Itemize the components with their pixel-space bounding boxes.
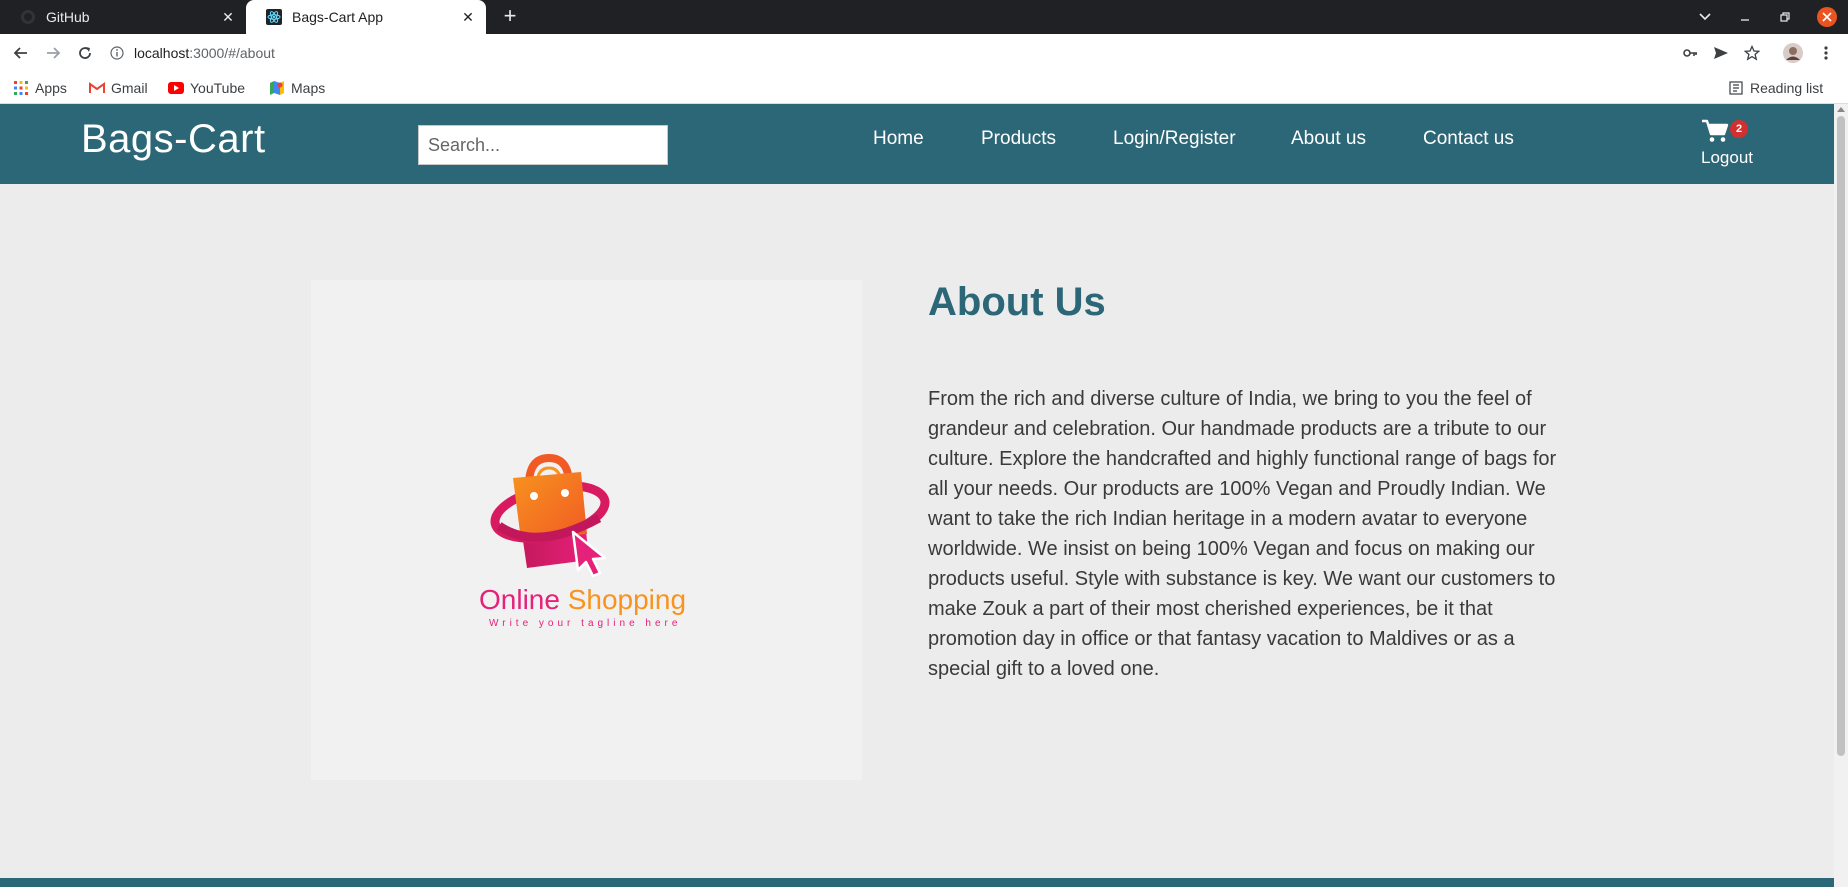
bookmark-label: YouTube: [190, 80, 246, 96]
gmail-icon: [89, 80, 105, 96]
browser-toolbar: localhost:3000/#/about: [0, 34, 1848, 72]
logo-word-online: Online: [479, 584, 560, 615]
tab-bags-cart[interactable]: Bags-Cart App ✕: [246, 0, 486, 34]
bookmark-gmail[interactable]: Gmail: [89, 78, 148, 98]
bookmark-label: Maps: [291, 80, 326, 96]
bookmarks-bar: Apps Gmail YouTube Maps Reading list: [0, 72, 1848, 104]
restore-icon[interactable]: [1772, 0, 1798, 34]
browser-tabstrip: GitHub ✕ Bags-Cart App ✕ +: [0, 0, 1848, 34]
url-path: :3000/#/about: [189, 45, 275, 61]
menu-kebab-icon[interactable]: [1816, 43, 1836, 63]
logo-word-shopping: Shopping: [567, 584, 687, 615]
nav-home[interactable]: Home: [873, 128, 924, 150]
close-window-icon[interactable]: [1814, 0, 1840, 34]
about-description: From the rich and diverse culture of Ind…: [928, 388, 1557, 680]
about-image: Online Shopping Write your tagline here: [311, 280, 862, 780]
nav-login-register[interactable]: Login/Register: [1113, 128, 1236, 150]
bookmark-star-icon[interactable]: [1742, 43, 1762, 63]
new-tab-button[interactable]: +: [498, 5, 522, 29]
reading-list-label: Reading list: [1750, 80, 1824, 96]
site-footer: [0, 878, 1834, 887]
profile-avatar-icon[interactable]: [1783, 43, 1803, 63]
send-icon[interactable]: [1711, 43, 1731, 63]
scrollbar-thumb[interactable]: [1837, 116, 1845, 756]
tab-title: Bags-Cart App: [292, 9, 384, 25]
page-scrollbar[interactable]: [1834, 104, 1848, 887]
tab-search-icon[interactable]: [1692, 0, 1718, 34]
apps-grid-icon: [13, 80, 29, 96]
close-tab-icon[interactable]: ✕: [458, 9, 478, 26]
react-icon: [266, 9, 282, 25]
maps-icon: [269, 80, 285, 96]
reload-icon[interactable]: [73, 41, 97, 65]
nav-about-us[interactable]: About us: [1291, 128, 1366, 150]
search-input[interactable]: [418, 125, 668, 165]
site-info-icon[interactable]: [110, 46, 124, 60]
page-viewport: Bags-Cart Home Products Login/Register A…: [0, 104, 1848, 887]
logo-tagline: Write your tagline here: [489, 618, 682, 629]
bookmark-label: Apps: [35, 80, 67, 96]
url-host: localhost: [134, 45, 190, 61]
logout-button[interactable]: Logout: [1701, 148, 1753, 168]
scroll-up-arrow-icon[interactable]: [1837, 107, 1845, 112]
reading-list-button[interactable]: Reading list: [1728, 78, 1823, 98]
nav-products[interactable]: Products: [981, 128, 1056, 150]
url-text: localhost:3000/#/about: [134, 45, 275, 61]
bookmark-label: Gmail: [111, 80, 148, 96]
shopping-bag-logo-icon: [490, 453, 610, 578]
youtube-icon: [168, 80, 184, 96]
minimize-icon[interactable]: [1732, 0, 1758, 34]
tab-github[interactable]: GitHub ✕: [0, 0, 246, 34]
site-brand[interactable]: Bags-Cart: [81, 117, 266, 162]
logo-title: Online Shopping: [479, 584, 686, 616]
nav-contact-us[interactable]: Contact us: [1423, 128, 1514, 150]
github-icon: [20, 9, 36, 25]
tab-title: GitHub: [46, 9, 90, 25]
page-title: About Us: [928, 280, 1106, 324]
close-tab-icon[interactable]: ✕: [218, 9, 238, 26]
key-icon[interactable]: [1680, 43, 1700, 63]
forward-icon[interactable]: [41, 41, 65, 65]
site-navbar: Bags-Cart Home Products Login/Register A…: [0, 104, 1834, 184]
back-icon[interactable]: [9, 41, 33, 65]
shopping-cart-icon[interactable]: [1700, 118, 1730, 144]
bookmark-youtube[interactable]: YouTube: [168, 78, 245, 98]
address-bar[interactable]: localhost:3000/#/about: [110, 38, 1740, 68]
reading-list-icon: [1728, 80, 1744, 96]
bookmark-apps[interactable]: Apps: [13, 78, 67, 98]
cart-count-badge: 2: [1730, 120, 1748, 138]
bookmark-maps[interactable]: Maps: [269, 78, 325, 98]
